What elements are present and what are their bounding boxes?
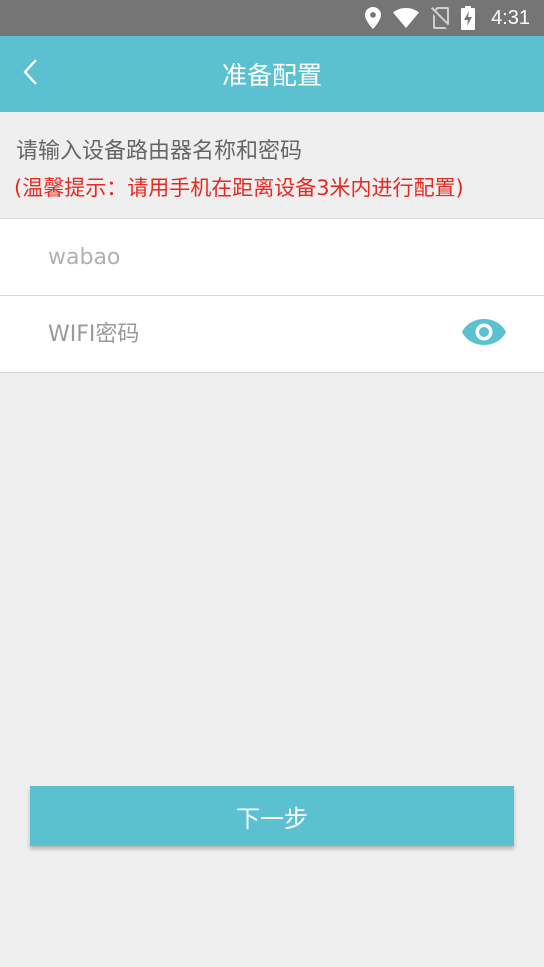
location-icon bbox=[365, 7, 382, 29]
eye-icon bbox=[462, 319, 506, 349]
battery-charging-icon bbox=[461, 6, 476, 30]
status-time: 4:31 bbox=[491, 6, 530, 29]
toggle-password-visibility-button[interactable] bbox=[462, 319, 506, 349]
page-title: 准备配置 bbox=[221, 61, 322, 90]
status-bar: 4:31 bbox=[0, 0, 544, 36]
no-sim-icon bbox=[431, 7, 450, 29]
warning-tip: (温馨提示：请用手机在距离设备3米内进行配置) bbox=[14, 176, 464, 200]
ssid-input[interactable] bbox=[46, 243, 430, 271]
wifi-icon bbox=[393, 8, 420, 28]
ssid-row bbox=[0, 219, 544, 295]
password-row bbox=[0, 295, 544, 372]
instruction-text: 请输入设备路由器名称和密码 bbox=[16, 139, 303, 164]
wifi-form bbox=[0, 218, 544, 373]
next-button[interactable]: 下一步 bbox=[30, 786, 514, 846]
app-bar: 准备配置 bbox=[0, 36, 544, 112]
password-input[interactable] bbox=[46, 320, 430, 348]
back-button[interactable] bbox=[10, 54, 50, 94]
chevron-left-icon bbox=[22, 58, 38, 90]
